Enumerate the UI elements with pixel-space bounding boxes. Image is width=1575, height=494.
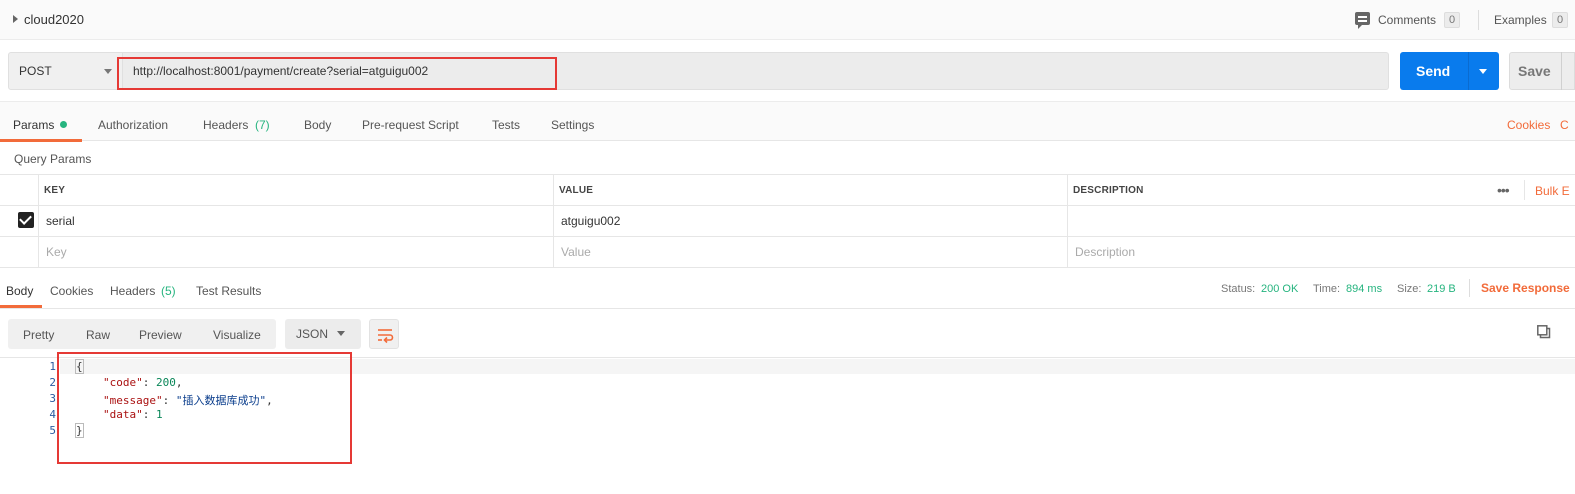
column-header-description: DESCRIPTION [1073,185,1144,196]
table-border [1067,174,1068,267]
time-label: Time: [1313,283,1341,295]
method-label: POST [19,64,52,78]
bulk-edit-link[interactable]: Bulk E [1535,184,1570,198]
collection-name[interactable]: cloud2020 [24,12,84,27]
divider [1469,279,1470,297]
new-description-input[interactable]: Description [1075,245,1135,259]
param-value-cell[interactable]: atguigu002 [561,214,620,228]
caret-right-icon[interactable] [13,15,18,23]
table-border [1524,180,1525,200]
send-label[interactable]: Send [1416,63,1450,79]
size-label: Size: [1397,283,1422,295]
tab-pre-request-script[interactable]: Pre-request Script [362,118,459,132]
table-border [0,267,1575,268]
line-number: 1 [49,360,56,373]
tab-headers-count[interactable]: (7) [255,118,270,132]
chevron-down-icon[interactable] [337,331,345,336]
visualize-button[interactable]: Visualize [213,328,261,342]
collection-header [0,0,1575,40]
send-options-chevron-icon[interactable] [1479,69,1487,74]
table-border [38,174,39,267]
status-value[interactable]: 200 OK [1261,283,1298,295]
tab-active-underline [0,139,82,142]
preview-button[interactable]: Preview [139,328,182,342]
size-value[interactable]: 219 B [1427,283,1456,295]
line-number: 3 [49,392,56,405]
save-divider [1561,52,1562,90]
line-number: 4 [49,408,56,421]
wrap-lines-icon [378,329,394,344]
line-number: 5 [49,424,56,437]
response-tab-test-results[interactable]: Test Results [196,284,261,298]
send-divider [1468,52,1469,90]
param-enabled-checkbox[interactable] [18,212,34,228]
tab-body[interactable]: Body [304,118,331,132]
pretty-button[interactable]: Pretty [23,328,54,342]
time-value[interactable]: 894 ms [1346,283,1382,295]
cookies-link[interactable]: Cookies [1507,118,1550,132]
response-tab-cookies[interactable]: Cookies [50,284,93,298]
column-header-key: KEY [44,185,66,196]
params-active-dot [60,121,67,128]
more-options-icon[interactable]: ••• [1497,182,1510,198]
divider [1478,10,1479,30]
response-tab-headers-count[interactable]: (5) [161,284,176,298]
tab-settings[interactable]: Settings [551,118,594,132]
line-number: 2 [49,376,56,389]
new-value-input[interactable]: Value [561,245,591,259]
wrap-lines-button[interactable] [369,319,399,349]
comments-count-badge: 0 [1444,12,1461,28]
query-params-title: Query Params [14,152,92,166]
table-border [0,174,1575,175]
tab-headers[interactable]: Headers [203,118,248,132]
comments-icon[interactable] [1355,12,1370,29]
language-label: JSON [296,327,329,341]
tab-tests[interactable]: Tests [492,118,520,132]
status-label: Status: [1221,283,1256,295]
response-annotation-box [57,352,352,464]
table-border [553,174,554,267]
tab-params[interactable]: Params [13,118,54,132]
new-key-input[interactable]: Key [46,245,67,259]
tab-authorization[interactable]: Authorization [98,118,168,132]
save-response-button[interactable]: Save Response [1481,281,1570,295]
table-border [0,236,1575,237]
url-annotation-box [117,57,557,90]
param-key-cell[interactable]: serial [46,214,75,228]
column-header-value: VALUE [559,185,594,196]
raw-button[interactable]: Raw [86,328,110,342]
response-tab-body[interactable]: Body [6,284,33,298]
comments-button[interactable]: Comments [1378,13,1436,27]
chevron-down-icon[interactable] [104,69,112,74]
code-link[interactable]: C [1560,118,1569,132]
response-tab-headers[interactable]: Headers [110,284,155,298]
table-border [0,205,1575,206]
save-label[interactable]: Save [1518,63,1551,79]
response-tab-underline [0,305,42,308]
examples-count-badge: 0 [1552,12,1569,28]
examples-button[interactable]: Examples [1494,13,1547,27]
copy-icon[interactable] [1537,325,1551,339]
